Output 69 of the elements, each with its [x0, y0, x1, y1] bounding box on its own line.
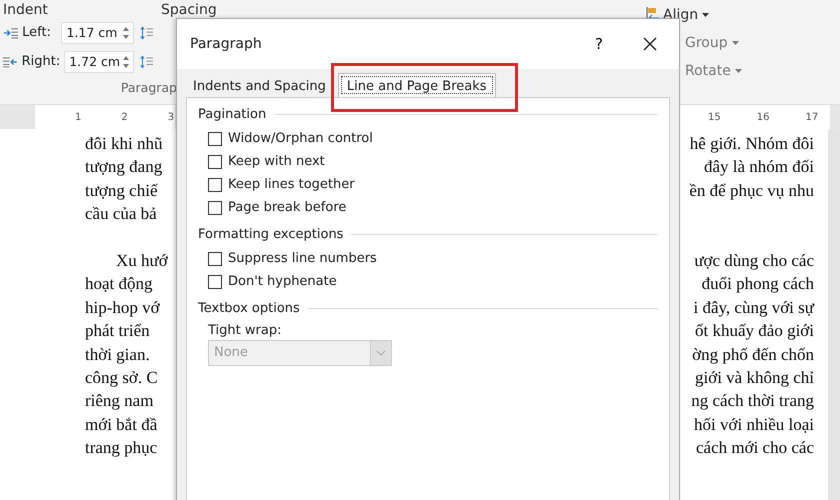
ruler-number: 2 [121, 112, 128, 122]
document-text: hê giới. Nhóm đôi [690, 133, 814, 155]
dialog-title: Paragraph [190, 36, 262, 52]
close-icon[interactable] [643, 37, 657, 51]
document-text: giới và không chỉ [695, 366, 814, 389]
document-text: phát triển [85, 320, 150, 342]
option-label[interactable]: Keep lines together [228, 177, 355, 192]
spacing-icon [140, 52, 153, 70]
option-label[interactable]: Suppress line numbers [228, 251, 377, 266]
spin-arrows-icon[interactable] [122, 24, 130, 40]
document-text: ược dùng cho các [694, 250, 814, 272]
document-text: Xu hướ [116, 250, 168, 272]
indent-right-icon [3, 54, 18, 68]
group-heading: Indent [3, 2, 49, 18]
spin-arrows-icon[interactable] [122, 54, 130, 70]
document-text: ờng phố đến chốn [692, 344, 814, 366]
document-text: đôi khi nhũ [85, 133, 162, 155]
checkbox[interactable] [208, 252, 222, 266]
document-text: ền để phục vụ nhu [689, 180, 814, 202]
document-text: ốt khuấy đảo giới [695, 320, 814, 342]
tab[interactable]: Line and Page Breaks [338, 73, 496, 97]
option-label[interactable]: Keep with next [228, 154, 325, 169]
document-text: hip-hop vớ [85, 296, 160, 319]
checkbox[interactable] [208, 274, 222, 288]
group-label: Paragrap [120, 80, 177, 95]
caret-icon [732, 41, 739, 45]
section-heading: Textbox options [198, 300, 300, 316]
document-text: tượng chiế [85, 180, 158, 202]
tab[interactable]: Indents and Spacing [185, 76, 330, 97]
document-text: đây là nhóm đối [704, 156, 814, 178]
document-text: hoạt động [85, 273, 153, 296]
document-text: cách mới cho các [696, 437, 814, 460]
field-label: Tight wrap: [208, 323, 282, 338]
ruler-number: 15 [708, 112, 721, 122]
document-text: hối với nhiều loại [694, 414, 814, 436]
option-label[interactable]: Page break before [228, 200, 346, 215]
checkbox[interactable] [208, 132, 222, 146]
ruler-number: 1 [75, 112, 82, 122]
checkbox[interactable] [208, 200, 222, 214]
ruler-number: 3 [168, 112, 174, 122]
spacing-icon [140, 24, 153, 42]
group-heading: Spacing [161, 2, 217, 20]
document-text: mới bắt đầ [85, 414, 158, 436]
ruler-number: 17 [805, 112, 818, 122]
indent-left-icon [3, 26, 18, 40]
help-button[interactable]: ? [589, 33, 609, 55]
document-text: cầu của bả [85, 203, 157, 226]
document-text: tượng đang [85, 156, 162, 178]
caret-icon [702, 13, 710, 17]
document-text: công sở. C [85, 366, 158, 389]
document-text: trang phục [85, 437, 158, 460]
caret-icon [734, 69, 742, 73]
document-text: đuổi phong cách [702, 273, 814, 296]
option-label[interactable]: Don't hyphenate [228, 274, 337, 289]
ruler-number: 16 [756, 112, 770, 122]
section-heading: Formatting exceptions [198, 226, 344, 242]
option-label[interactable]: Widow/Orphan control [228, 131, 373, 146]
checkbox[interactable] [208, 178, 222, 192]
checkbox[interactable] [208, 154, 222, 168]
document-text: ng cách thời trang [691, 390, 814, 412]
field-label: Right: [22, 54, 60, 69]
document-text: i đây, cùng với sự [693, 296, 814, 319]
document-text: riêng nam [85, 390, 154, 412]
spin-field[interactable]: 1.17 cm [61, 22, 134, 44]
document-text: thời gian. [85, 344, 150, 366]
field-label: Left: [22, 25, 52, 40]
ribbon-menu-button[interactable]: Align [663, 7, 710, 23]
section-heading: Pagination [198, 106, 266, 122]
spin-field[interactable]: 1.72 cm [64, 50, 134, 72]
